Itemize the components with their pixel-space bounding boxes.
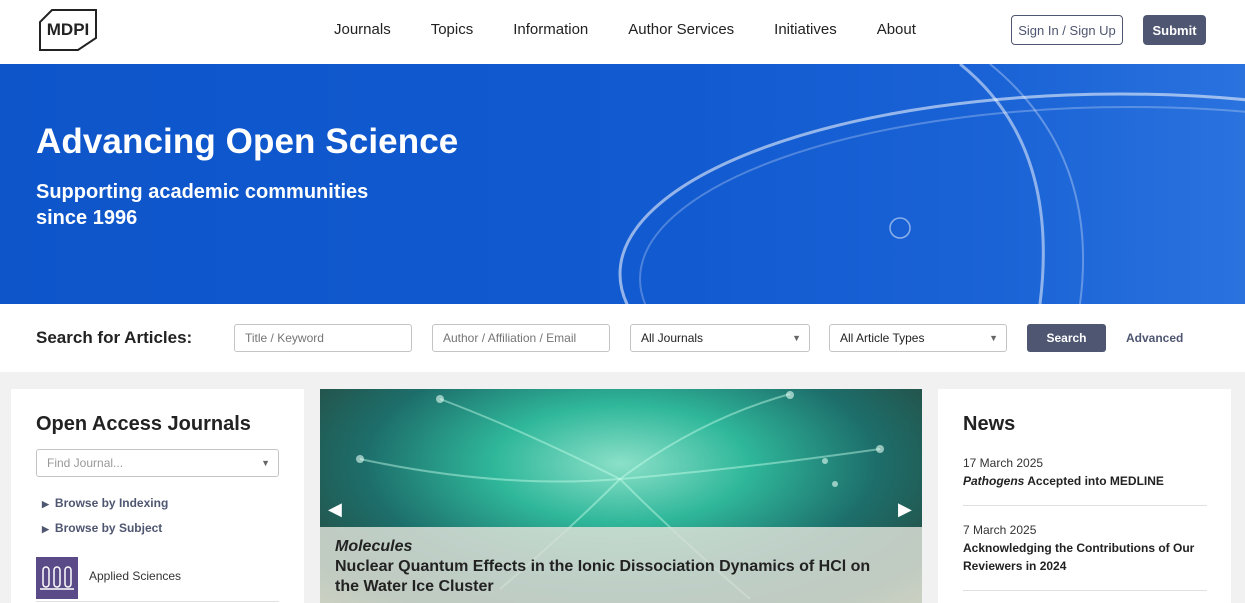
featured-article-carousel[interactable]: ◀ ▶ Molecules Nuclear Quantum Effects in…: [320, 389, 922, 603]
browse-by-subject-link[interactable]: ▶ Browse by Subject: [42, 521, 162, 535]
journals-panel: Open Access Journals Find Journal... ▼ ▶…: [11, 389, 304, 603]
divider: [963, 590, 1207, 591]
hero-subtitle: Supporting academic communities since 19…: [36, 181, 369, 229]
nav-information[interactable]: Information: [493, 0, 608, 60]
news-panel: News 17 March 2025 Pathogens Accepted in…: [938, 389, 1231, 603]
journal-select-value: All Journals: [641, 331, 704, 345]
applied-sciences-journal-icon[interactable]: [36, 557, 78, 599]
sign-in-button[interactable]: Sign In / Sign Up: [1011, 15, 1123, 45]
browse-by-indexing-label: Browse by Indexing: [54, 496, 169, 510]
nav-initiatives[interactable]: Initiatives: [754, 0, 857, 60]
carousel-next-icon[interactable]: ▶: [898, 499, 912, 520]
find-journal-placeholder: Find Journal...: [47, 456, 124, 470]
top-header: MDPI Journals Topics Information Author …: [0, 0, 1245, 64]
browse-by-indexing-link[interactable]: ▶ Browse by Indexing: [42, 496, 168, 510]
advanced-search-link[interactable]: Advanced: [1126, 331, 1183, 345]
search-button[interactable]: Search: [1027, 324, 1106, 352]
journal-select[interactable]: All Journals ▼: [630, 324, 810, 352]
main-nav: Journals Topics Information Author Servi…: [314, 0, 936, 60]
chevron-down-icon: ▼: [792, 333, 801, 343]
article-type-select[interactable]: All Article Types ▼: [829, 324, 1007, 352]
divider: [36, 601, 279, 602]
divider: [963, 505, 1207, 506]
triangle-right-icon: ▶: [42, 524, 49, 534]
news-title-italic: Pathogens: [963, 474, 1025, 488]
news-date: 17 March 2025: [963, 456, 1044, 470]
search-label: Search for Articles:: [36, 328, 193, 347]
journal-link-applied-sciences[interactable]: Applied Sciences: [89, 569, 181, 583]
article-search-bar: Search for Articles: All Journals ▼ All …: [0, 304, 1245, 372]
browse-by-subject-label: Browse by Subject: [54, 521, 163, 535]
author-input[interactable]: [432, 324, 610, 352]
nav-about[interactable]: About: [857, 0, 936, 60]
triangle-right-icon: ▶: [42, 499, 49, 509]
nav-journals[interactable]: Journals: [314, 0, 411, 60]
find-journal-select[interactable]: Find Journal... ▼: [36, 449, 279, 477]
nav-topics[interactable]: Topics: [411, 0, 494, 60]
chevron-down-icon: ▼: [989, 333, 998, 343]
submit-button[interactable]: Submit: [1143, 15, 1206, 45]
featured-journal-name: Molecules: [335, 538, 413, 555]
news-item-link[interactable]: Pathogens Accepted into MEDLINE: [963, 472, 1213, 490]
nav-author-services[interactable]: Author Services: [608, 0, 754, 60]
chevron-down-icon: ▼: [261, 458, 270, 468]
article-type-select-value: All Article Types: [840, 331, 925, 345]
keyword-input[interactable]: [234, 324, 412, 352]
news-date: 7 March 2025: [963, 523, 1037, 537]
mdpi-logo[interactable]: MDPI: [34, 8, 102, 52]
news-title: News: [963, 413, 1016, 435]
carousel-caption[interactable]: Molecules Nuclear Quantum Effects in the…: [320, 527, 922, 603]
journals-panel-title: Open Access Journals: [36, 413, 251, 435]
carousel-prev-icon[interactable]: ◀: [328, 499, 342, 520]
featured-article-title[interactable]: Nuclear Quantum Effects in the Ionic Dis…: [335, 557, 895, 597]
hero-banner: Advancing Open Science Supporting academ…: [0, 64, 1245, 304]
news-item-link[interactable]: Acknowledging the Contributions of Our R…: [963, 539, 1213, 575]
news-title-rest: Accepted into MEDLINE: [1024, 474, 1164, 488]
hero-title: Advancing Open Science: [36, 122, 459, 161]
logo-text: MDPI: [47, 20, 90, 39]
